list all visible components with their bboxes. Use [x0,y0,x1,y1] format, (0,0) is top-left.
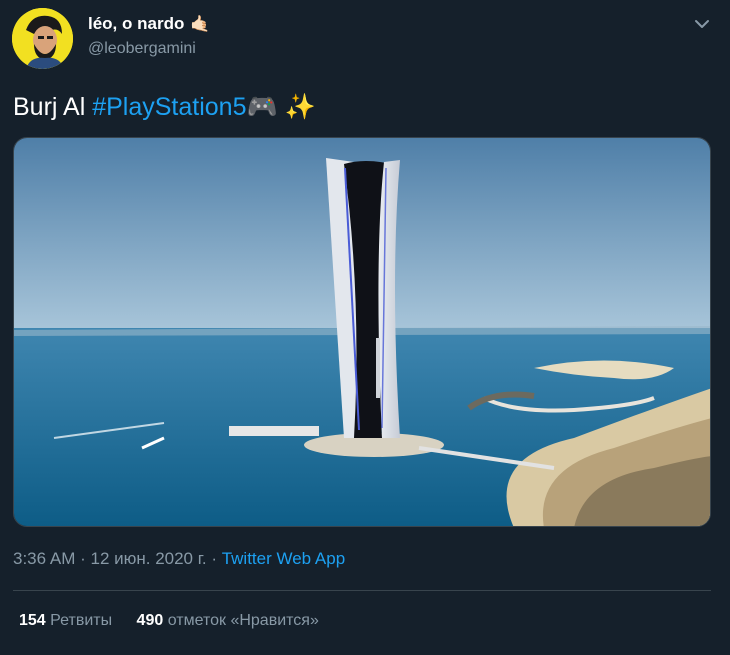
tweet-date[interactable]: 12 июн. 2020 г. [90,549,206,568]
avatar[interactable] [12,8,73,69]
tweet-time[interactable]: 3:36 AM [13,549,75,568]
tweet-stats: 154 Ретвиты 490 отметок «Нравится» [19,612,339,630]
tweet-text: Burj Al #PlayStation5🎮 ✨ [13,90,316,124]
retweets-stat[interactable]: 154 Ретвиты [19,612,112,630]
retweets-count: 154 [19,612,46,629]
tweet-metadata: 3:36 AM · 12 июн. 2020 г. · Twitter Web … [13,549,345,569]
tweet-emoji: 🎮 ✨ [246,93,316,121]
likes-count: 490 [136,612,164,629]
author-display-name[interactable]: léo, o nardo [88,14,184,34]
call-me-hand-emoji: 🤙🏻 [190,16,211,33]
meta-separator: · [206,549,222,568]
likes-label: отметок «Нравится» [167,612,319,629]
divider [13,590,711,591]
retweets-label: Ретвиты [50,612,113,629]
chevron-down-icon[interactable] [692,14,712,34]
likes-stat[interactable]: 490 отметок «Нравится» [137,612,319,630]
author-name-row[interactable]: léo, o nardo 🤙🏻 [88,14,210,34]
hashtag-link[interactable]: #PlayStation5 [92,93,246,121]
author-handle[interactable]: @leobergamini [88,40,196,58]
source-app-link[interactable]: Twitter Web App [222,549,345,568]
avatar-cartoon-icon [12,8,73,69]
ps5-tower-photo-icon [14,138,710,526]
tweet-media-photo[interactable] [13,137,711,527]
meta-separator: · [75,549,91,568]
tweet-text-plain: Burj Al [13,93,93,121]
